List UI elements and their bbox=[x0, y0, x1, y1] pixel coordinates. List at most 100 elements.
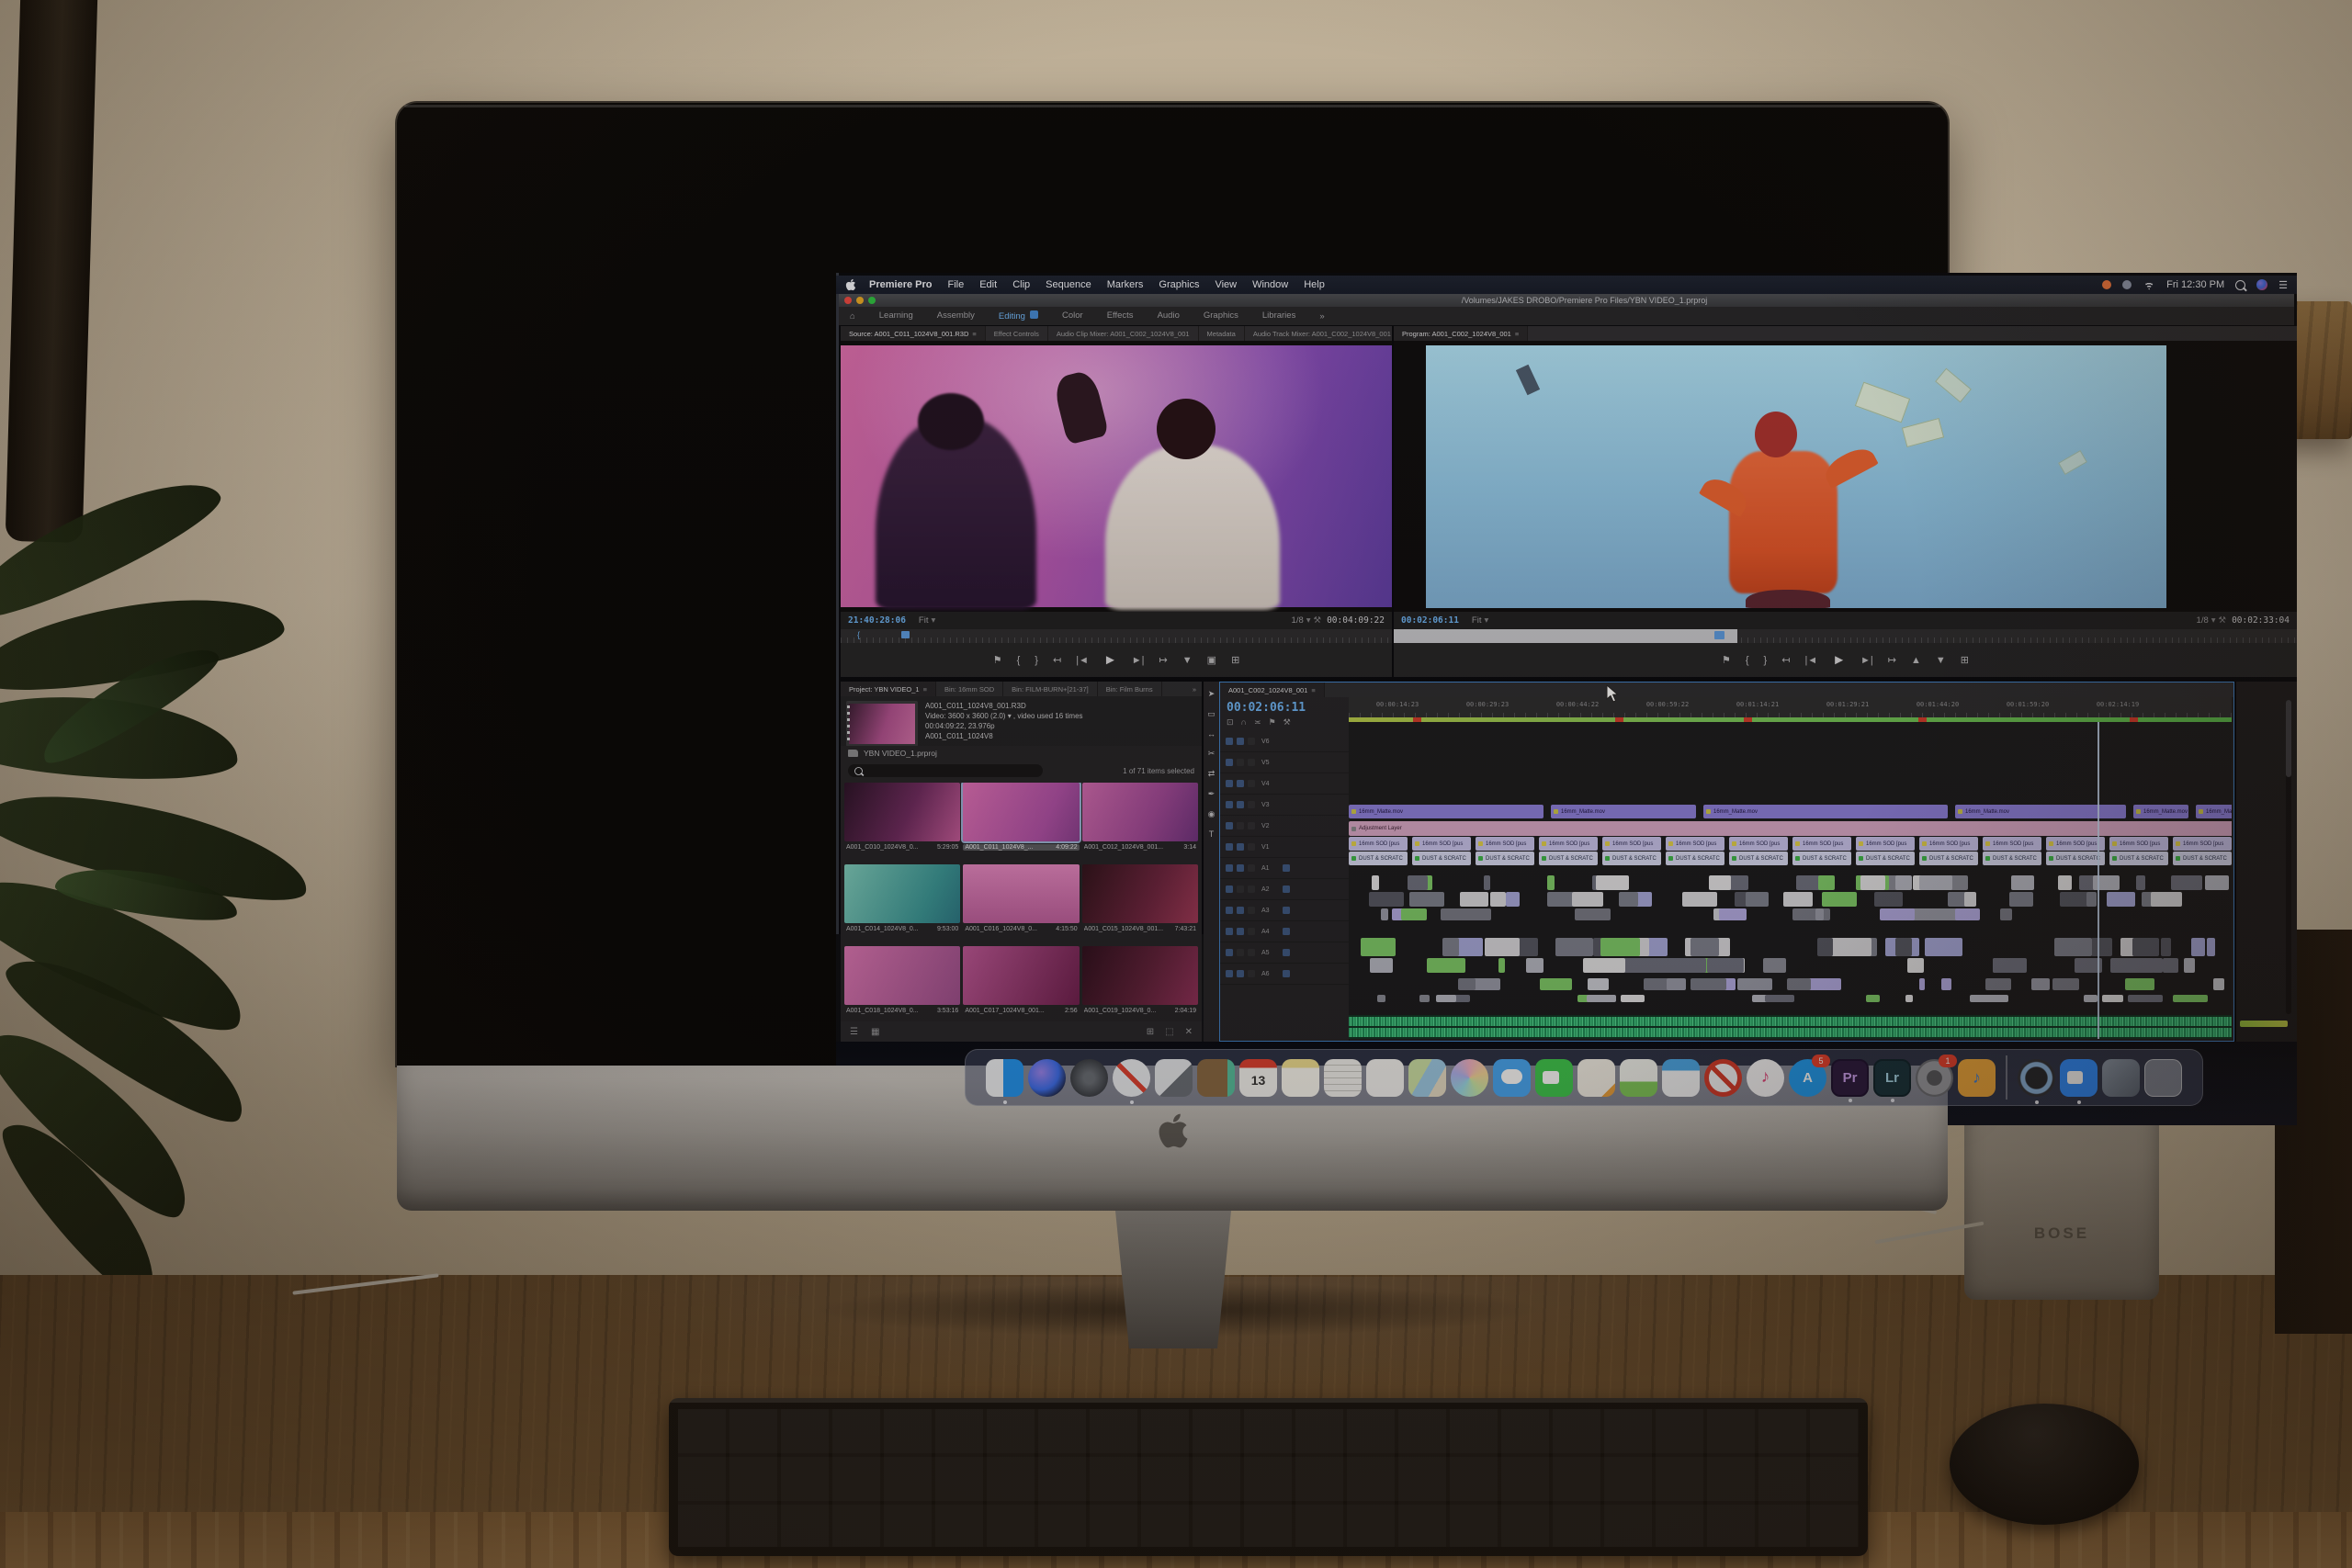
track-header-v1[interactable]: V1 bbox=[1220, 837, 1349, 858]
clip-fragment[interactable] bbox=[1369, 958, 1394, 973]
source-settings-icon[interactable]: ⚒ bbox=[1314, 615, 1322, 626]
source-in-marker[interactable]: { bbox=[857, 630, 860, 639]
clip-dust-scratches[interactable]: DUST & SCRATC bbox=[1412, 852, 1471, 865]
type-tool-icon[interactable]: T bbox=[1209, 829, 1215, 839]
hand-tool-icon[interactable]: ◉ bbox=[1208, 809, 1216, 819]
dock-icon-messages[interactable] bbox=[1493, 1058, 1531, 1097]
clip-fragment[interactable] bbox=[1815, 908, 1824, 920]
track-mute-toggle[interactable] bbox=[1282, 907, 1290, 914]
track-lock-toggle[interactable] bbox=[1226, 738, 1233, 745]
project-tab[interactable]: Bin: Film Burns bbox=[1098, 682, 1162, 696]
clip-fragment[interactable] bbox=[1484, 875, 1491, 890]
project-item[interactable]: A001_C018_1024V8_0... 3:53:16 bbox=[844, 946, 961, 1020]
track-lock-toggle[interactable] bbox=[1226, 864, 1233, 872]
clip-fragment[interactable] bbox=[1498, 958, 1506, 973]
add-marker-icon[interactable]: ⚑ bbox=[993, 654, 1002, 666]
project-item-thumbnail[interactable] bbox=[1081, 864, 1198, 923]
menu-item-window[interactable]: Window bbox=[1252, 279, 1288, 290]
workspace-tab-editing[interactable]: Editing bbox=[999, 310, 1038, 321]
go-to-in-icon[interactable]: ↤ bbox=[1053, 654, 1061, 666]
clip-fragment[interactable] bbox=[1865, 995, 1881, 1002]
project-item[interactable]: A001_C011_1024V8_... 4:09:22 bbox=[961, 783, 1081, 862]
clip-fragment[interactable] bbox=[1587, 978, 1609, 990]
razor-tool-icon[interactable]: ✂ bbox=[1208, 749, 1216, 759]
clip-fragment[interactable] bbox=[1787, 978, 1812, 990]
clip-fragment[interactable] bbox=[1822, 892, 1858, 907]
track-visibility-toggle[interactable] bbox=[1237, 907, 1244, 914]
track-visibility-toggle[interactable] bbox=[1237, 949, 1244, 956]
menu-item-clip[interactable]: Clip bbox=[1012, 279, 1030, 290]
workspace-tab-color[interactable]: Color bbox=[1062, 310, 1083, 321]
clip-fragment[interactable] bbox=[1547, 875, 1555, 890]
clip-fragment[interactable] bbox=[2052, 978, 2075, 990]
track-lock-toggle[interactable] bbox=[1226, 780, 1233, 787]
clip-fragment[interactable] bbox=[1718, 908, 1747, 920]
timeline-ruler[interactable]: 00:00:14:23 00:00:29:23 00:00:44:22 00:00:5… bbox=[1349, 697, 2232, 717]
zoom-window-button[interactable] bbox=[868, 297, 876, 304]
clip-fragment[interactable] bbox=[1407, 875, 1429, 890]
program-video-area[interactable] bbox=[1394, 341, 2297, 612]
clip-fragment[interactable] bbox=[1690, 978, 1726, 990]
clip-16mm-sod[interactable]: 16mm SOD [pus bbox=[1792, 837, 1851, 851]
panel-menu-icon[interactable]: ≡ bbox=[1515, 330, 1519, 338]
track-visibility-toggle[interactable] bbox=[1237, 843, 1244, 851]
source-zoom-select[interactable]: Fit bbox=[919, 615, 929, 626]
clip-dust-scratches[interactable]: DUST & SCRATC bbox=[1666, 852, 1724, 865]
source-scrubber[interactable]: { bbox=[841, 629, 1392, 643]
project-item-thumbnail[interactable] bbox=[1081, 946, 1198, 1005]
clip-fragment[interactable] bbox=[2122, 958, 2155, 973]
program-scrubber[interactable] bbox=[1394, 629, 2297, 643]
clip-fragment[interactable] bbox=[1622, 938, 1640, 956]
go-to-out-icon[interactable]: ↦ bbox=[1888, 654, 1896, 666]
dock-icon-music-folder[interactable]: ♪ bbox=[1958, 1058, 1996, 1097]
dock-icon-premiere[interactable]: Pr bbox=[1831, 1058, 1869, 1102]
dock-icon-system-preferences[interactable]: 1 bbox=[1916, 1054, 1957, 1097]
timeline-tracks-area[interactable]: 16mm_Matte.mov 16mm_Matte.mov 16mm_Matte.m… bbox=[1349, 722, 2232, 1039]
clip-fragment[interactable] bbox=[1427, 958, 1465, 973]
menu-item-edit[interactable]: Edit bbox=[979, 279, 997, 290]
clip-16mm-sod[interactable]: 16mm SOD [pus bbox=[1666, 837, 1724, 851]
program-current-timecode[interactable]: 00:02:06:11 bbox=[1401, 615, 1459, 626]
clip-16mm-sod[interactable]: 16mm SOD [pus bbox=[2173, 837, 2232, 851]
track-lock-toggle[interactable] bbox=[1226, 822, 1233, 829]
program-zoom-select[interactable]: Fit bbox=[1472, 615, 1482, 626]
clip-fragment[interactable] bbox=[1894, 875, 1913, 890]
clip-fragment[interactable] bbox=[1381, 908, 1388, 920]
extract-icon[interactable]: ▼ bbox=[1936, 655, 1946, 666]
clip-fragment[interactable] bbox=[1736, 978, 1772, 990]
dock-icon-appstore[interactable]: A5 bbox=[1789, 1054, 1830, 1097]
project-item[interactable]: A001_C017_1024V8_001... 2:56 bbox=[963, 946, 1080, 1020]
add-marker-icon[interactable]: ⚑ bbox=[1722, 654, 1731, 666]
track-mute-toggle[interactable] bbox=[1282, 864, 1290, 872]
settings-icon[interactable]: ⚒ bbox=[1283, 717, 1291, 728]
clip-matte[interactable]: 16mm_Matte.mov bbox=[2133, 805, 2188, 818]
source-tab[interactable]: Effect Controls bbox=[986, 326, 1048, 341]
project-item-thumbnail[interactable] bbox=[963, 864, 1080, 923]
source-tab[interactable]: Audio Clip Mixer: A001_C002_1024V8_001 bbox=[1048, 326, 1199, 341]
clip-fragment[interactable] bbox=[1621, 958, 1654, 973]
clip-fragment[interactable] bbox=[2184, 958, 2196, 973]
project-search-input[interactable] bbox=[848, 764, 1043, 777]
timeline-vertical-scrollbar-thumb[interactable] bbox=[2286, 700, 2291, 777]
clip-fragment[interactable] bbox=[1879, 908, 1916, 920]
close-window-button[interactable] bbox=[844, 297, 852, 304]
clip-fragment[interactable] bbox=[2030, 978, 2051, 990]
dock-icon-calendar[interactable]: 13 bbox=[1239, 1058, 1277, 1097]
nest-icon[interactable]: ⊡ bbox=[1227, 717, 1234, 728]
track-sync-lock-toggle[interactable] bbox=[1248, 886, 1255, 893]
insert-icon[interactable]: ▼ bbox=[1182, 655, 1193, 666]
dock-icon-numbers[interactable] bbox=[1620, 1058, 1657, 1097]
play-icon[interactable]: ► bbox=[1103, 652, 1117, 668]
track-sync-lock-toggle[interactable] bbox=[1248, 759, 1255, 766]
track-header-a6[interactable]: A6 bbox=[1220, 964, 1349, 985]
go-to-in-icon[interactable]: ↤ bbox=[1781, 654, 1790, 666]
dock-icon-facetime[interactable] bbox=[1535, 1058, 1573, 1097]
clip-fragment[interactable] bbox=[1489, 892, 1506, 907]
dock-icon-pictures[interactable] bbox=[2102, 1058, 2140, 1097]
program-playback-resolution-select[interactable]: 1/8 bbox=[2197, 615, 2209, 626]
mark-out-icon[interactable]: } bbox=[1035, 655, 1038, 666]
clip-fragment[interactable] bbox=[1860, 875, 1886, 890]
project-item[interactable]: A001_C014_1024V8_0... 9:53:00 bbox=[844, 864, 961, 943]
clip-fragment[interactable] bbox=[2054, 938, 2092, 956]
clip-fragment[interactable] bbox=[2213, 978, 2225, 990]
